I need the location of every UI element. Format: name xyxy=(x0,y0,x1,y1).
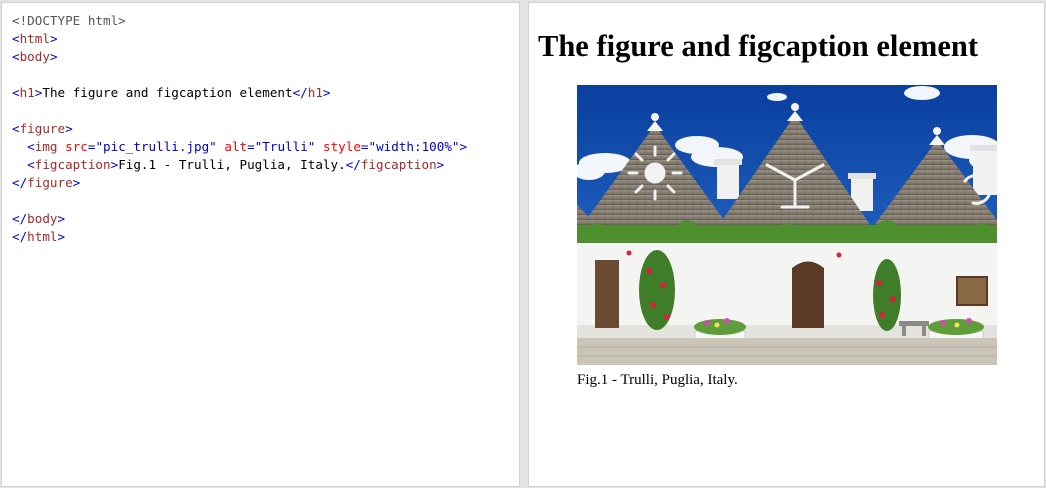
code-token-bracket: </ xyxy=(292,85,308,100)
result-figcaption: Fig.1 - Trulli, Puglia, Italy. xyxy=(577,372,738,388)
result-figure: Fig.1 - Trulli, Puglia, Italy. xyxy=(577,85,997,389)
code-token-tag: html xyxy=(19,31,50,46)
code-line[interactable]: <h1>The figure and figcaption element</h… xyxy=(12,84,467,102)
code-line[interactable]: <html> xyxy=(12,30,467,48)
code-line[interactable]: <figure> xyxy=(12,120,467,138)
code-line[interactable]: </figure> xyxy=(12,174,467,192)
code-token-tag: body xyxy=(19,49,50,64)
code-line[interactable] xyxy=(12,102,467,120)
code-token-bracket: = xyxy=(360,139,369,154)
code-token-bracket: < xyxy=(27,139,35,154)
code-token-bracket: < xyxy=(12,31,20,46)
code-token-value: "pic_trulli.jpg" xyxy=(95,139,217,154)
result-pane: The figure and figcaption element Fig.1 … xyxy=(528,2,1045,487)
code-token-bracket: > xyxy=(57,229,66,244)
code-editor-pane[interactable]: <!DOCTYPE html> <html> <body> <h1>The figur… xyxy=(1,2,520,487)
code-token-bracket: > xyxy=(57,211,66,226)
code-line[interactable] xyxy=(12,66,467,84)
code-token-bracket: </ xyxy=(12,229,28,244)
code-token-bracket: > xyxy=(65,121,73,136)
code-line[interactable]: <body> xyxy=(12,48,467,66)
code-token-bracket: < xyxy=(27,157,35,172)
code-line[interactable]: <img src="pic_trulli.jpg" alt="Trulli" s… xyxy=(12,138,467,156)
code-token-value: "Trulli" xyxy=(254,139,316,154)
code-line[interactable] xyxy=(12,192,467,210)
code-token-doctype: <!DOCTYPE html> xyxy=(12,13,126,28)
code-token-tag: figure xyxy=(19,121,66,136)
code-line[interactable]: <figcaption>Fig.1 - Trulli, Puglia, Ital… xyxy=(12,156,467,174)
code-line[interactable]: </body> xyxy=(12,210,467,228)
code-token-tag: h1 xyxy=(307,85,323,100)
code-token-bracket: > xyxy=(459,139,468,154)
tryit-editor: <!DOCTYPE html> <html> <body> <h1>The figur… xyxy=(0,0,1046,488)
code-token-bracket: < xyxy=(12,49,20,64)
code-token-tag: img xyxy=(34,139,58,154)
code-token-tag: body xyxy=(27,211,58,226)
code-token-text: Fig.1 - Trulli, Puglia, Italy. xyxy=(118,157,346,172)
code-token-bracket: > xyxy=(322,85,331,100)
code-token-bracket: </ xyxy=(12,175,28,190)
code-token-bracket: < xyxy=(12,121,20,136)
code-token-tag: figure xyxy=(27,175,73,190)
code-token-attr: src xyxy=(65,139,88,154)
code-token-bracket: </ xyxy=(12,211,28,226)
result-heading: The figure and figcaption element xyxy=(538,29,978,63)
code-token-bracket: > xyxy=(49,31,58,46)
code-token-tag: h1 xyxy=(19,85,35,100)
code-token-bracket: > xyxy=(436,157,445,172)
code-token-text: The figure and figcaption element xyxy=(42,85,293,100)
code-line[interactable]: <!DOCTYPE html> xyxy=(12,12,467,30)
code-token-tag: figcaption xyxy=(360,157,437,172)
code-token-bracket: = xyxy=(247,139,255,154)
code-editor-text[interactable]: <!DOCTYPE html> <html> <body> <h1>The figur… xyxy=(12,12,467,246)
code-token-bracket: < xyxy=(12,85,20,100)
code-token-tag: html xyxy=(27,229,58,244)
code-token-bracket: </ xyxy=(345,157,361,172)
code-token-value: "width:100%" xyxy=(368,139,460,154)
trulli-photo xyxy=(577,85,997,365)
code-line[interactable]: </html> xyxy=(12,228,467,246)
code-token-tag: figcaption xyxy=(34,157,111,172)
code-token-bracket: > xyxy=(72,175,81,190)
code-token-attr: style xyxy=(322,139,361,154)
code-token-bracket: > xyxy=(49,49,58,64)
code-token-attr: alt xyxy=(224,139,248,154)
